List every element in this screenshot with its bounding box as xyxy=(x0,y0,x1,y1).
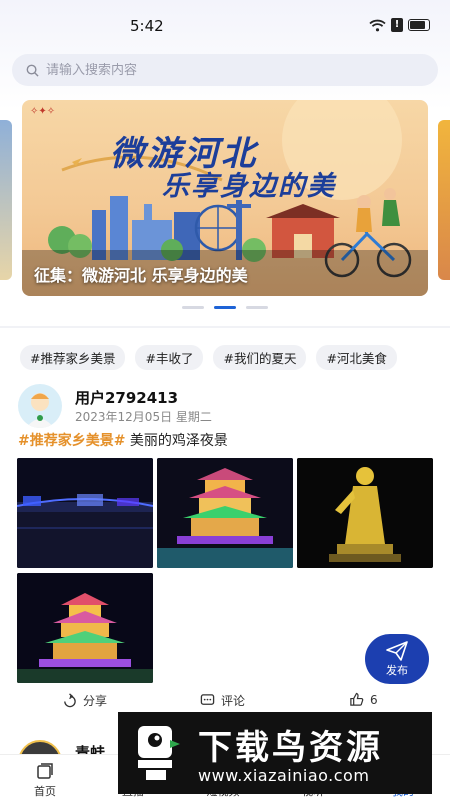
carousel-dot-active[interactable] xyxy=(214,306,236,309)
home-icon xyxy=(37,763,53,779)
tag-hometown-scenery[interactable]: #推荐家乡美景 xyxy=(20,345,126,370)
comment-label: 评论 xyxy=(221,694,246,708)
post-hashtag[interactable]: #推荐家乡美景# xyxy=(18,433,125,449)
banner-next-peek[interactable] xyxy=(438,120,450,280)
tag-our-summer[interactable]: #我们的夏天 xyxy=(213,345,307,370)
app-screen: 5:42 ! 请输入搜索内容 ✧✦✧ 微游河北 乐享身边的美 征集：微游河北 乐… xyxy=(0,0,450,800)
banner-slide[interactable]: ✧✦✧ 微游河北 乐享身边的美 征集：微游河北 乐享身边的美 xyxy=(22,100,428,296)
post-username[interactable]: 用户2792413 xyxy=(75,387,178,408)
post-photo-lit-pavilion[interactable] xyxy=(157,458,293,568)
search-bar[interactable] xyxy=(12,54,438,86)
nav-home[interactable]: 首页 xyxy=(10,761,80,799)
publish-label: 发布 xyxy=(386,663,408,677)
comment-button[interactable]: 评论 xyxy=(200,692,245,709)
tag-harvest[interactable]: #丰收了 xyxy=(135,345,204,370)
status-icons: ! xyxy=(369,18,430,32)
like-count: 6 xyxy=(370,692,378,707)
post-photo-golden-statue[interactable] xyxy=(297,458,433,568)
paper-plane-icon xyxy=(386,640,408,661)
share-button[interactable]: 分享 xyxy=(62,692,107,709)
banner-subheadline: 乐享身边的美 xyxy=(162,171,336,202)
watermark-overlay: 下载鸟资源 www.xiazainiao.com xyxy=(118,712,432,794)
comment-icon xyxy=(200,694,215,705)
share-label: 分享 xyxy=(83,694,108,708)
bird-logo-icon xyxy=(138,726,180,780)
post-date: 2023年12月05日 星期二 xyxy=(75,410,212,424)
post-caption: 美丽的鸡泽夜景 xyxy=(125,433,228,449)
like-button[interactable]: 6 xyxy=(349,692,378,707)
banner-carousel[interactable]: ✧✦✧ 微游河北 乐享身边的美 征集：微游河北 乐享身边的美 xyxy=(0,100,450,300)
tag-hebei-food[interactable]: #河北美食 xyxy=(316,345,397,370)
status-time: 5:42 xyxy=(130,17,164,35)
search-icon xyxy=(26,64,39,77)
banner-logo: ✧✦✧ xyxy=(30,106,56,117)
search-input[interactable] xyxy=(46,62,406,78)
watermark-url: www.xiazainiao.com xyxy=(198,766,370,785)
avatar[interactable] xyxy=(18,384,62,428)
wifi-icon xyxy=(369,19,386,31)
carousel-indicator xyxy=(182,306,268,309)
banner-caption: 征集：微游河北 乐享身边的美 xyxy=(34,266,248,285)
post-photo-night-riverside[interactable] xyxy=(17,458,153,568)
topic-tags: #推荐家乡美景 #丰收了 #我们的夏天 #河北美食 xyxy=(20,345,397,370)
section-divider xyxy=(0,326,450,328)
carousel-dot[interactable] xyxy=(182,306,204,309)
watermark-title: 下载鸟资源 xyxy=(198,728,383,768)
notification-icon: ! xyxy=(391,18,403,32)
avatar-icon xyxy=(26,393,54,428)
thumbs-up-icon xyxy=(350,692,364,706)
banner-prev-peek[interactable] xyxy=(0,120,12,280)
battery-icon xyxy=(408,19,430,31)
post-text: #推荐家乡美景# 美丽的鸡泽夜景 xyxy=(18,430,228,450)
carousel-dot[interactable] xyxy=(246,306,268,309)
nav-label: 首页 xyxy=(34,785,56,798)
status-bar: 5:42 ! xyxy=(0,0,450,52)
publish-button[interactable]: 发布 xyxy=(365,634,429,684)
post-photo-lit-pagoda[interactable] xyxy=(17,573,153,683)
share-icon xyxy=(64,693,76,708)
